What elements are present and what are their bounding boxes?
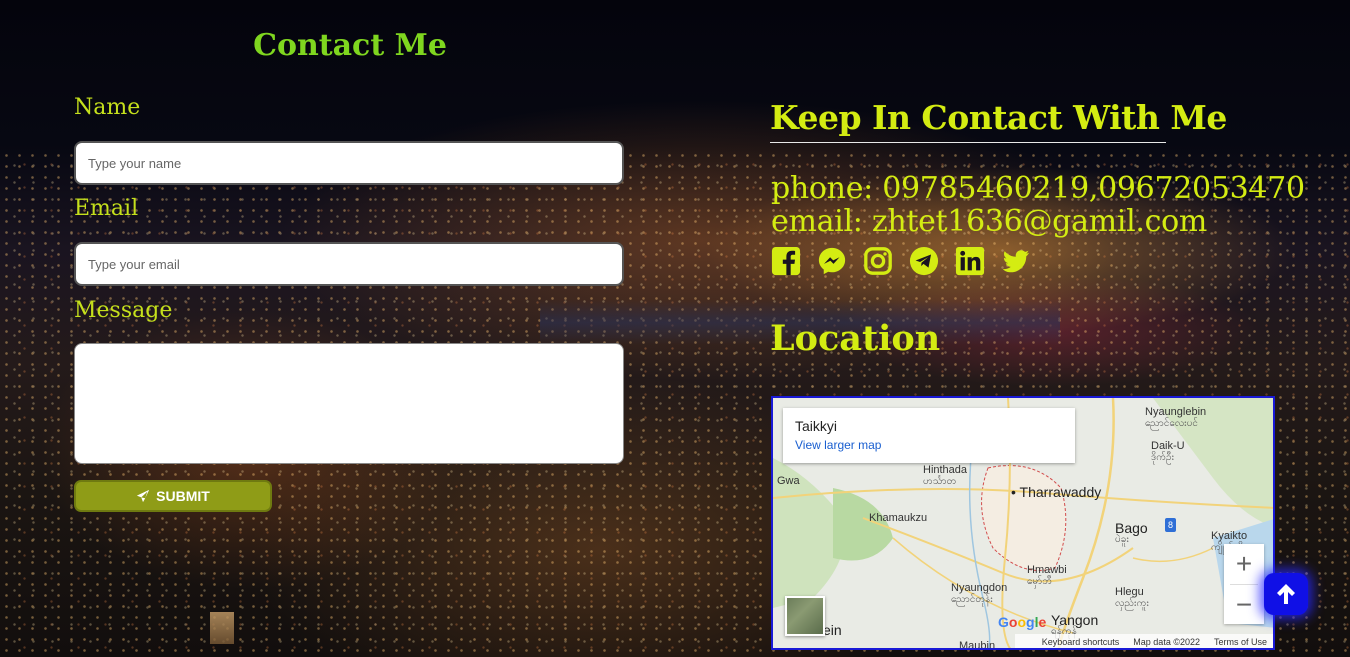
phone-text: phone: 09785460219,09672053470: [771, 171, 1305, 206]
map-town: Nyaunglebin ညောင်လေးပင်: [1145, 406, 1207, 429]
map-town: Hmawbi မှော်ဘီ: [1027, 564, 1067, 587]
linkedin-icon[interactable]: [955, 246, 985, 276]
view-larger-map-link[interactable]: View larger map: [795, 438, 1063, 452]
name-label: Name: [74, 95, 141, 120]
title-underline: [770, 142, 1166, 143]
map-town: Gwa: [777, 475, 800, 487]
map-town: • Tharrawaddy: [1011, 484, 1102, 500]
map-town: Nyaungdon ညောင်တုန်း: [951, 582, 1008, 605]
map-town: Hinthada ဟင်္သာတ: [923, 464, 968, 487]
telegram-icon[interactable]: [909, 246, 939, 276]
keep-in-contact-title: Keep In Contact With Me: [770, 98, 1227, 137]
contact-title: Contact Me: [253, 28, 447, 63]
zoom-in-button[interactable]: +: [1224, 544, 1264, 584]
paper-plane-icon: [137, 489, 150, 503]
message-input[interactable]: [74, 343, 624, 464]
map-town: Daik-U ဒိုက်ဦး: [1151, 440, 1185, 463]
arrow-up-icon: [1277, 584, 1295, 604]
email-text: email: zhtet1636@gamil.com: [771, 204, 1208, 239]
map-town: ein: [823, 622, 842, 638]
embedded-map[interactable]: Nyaunglebin ညောင်လေးပင် Daik-U ဒိုက်ဦး Hin…: [771, 396, 1275, 650]
instagram-icon[interactable]: [863, 246, 893, 276]
map-town: Hlegu လှည်းကူး: [1115, 586, 1149, 609]
name-input[interactable]: [74, 141, 624, 185]
email-label: Email: [74, 196, 139, 221]
submit-label: SUBMIT: [156, 488, 210, 504]
map-data-text: Map data ©2022: [1133, 637, 1200, 647]
social-links: [771, 246, 1031, 276]
satellite-toggle[interactable]: [785, 596, 825, 636]
map-attribution: Keyboard shortcuts Map data ©2022 Terms …: [1015, 634, 1273, 648]
map-town: Maubin: [959, 640, 996, 650]
map-town: Bago ပဲခူး: [1115, 520, 1148, 545]
map-town: Khamaukzu: [869, 512, 928, 524]
submit-button[interactable]: SUBMIT: [74, 480, 272, 512]
road-badge: 8: [1165, 518, 1177, 532]
email-input[interactable]: [74, 242, 624, 286]
scroll-to-top-button[interactable]: [1264, 573, 1308, 615]
facebook-icon[interactable]: [771, 246, 801, 276]
map-place-card: Taikkyi View larger map: [783, 408, 1075, 463]
twitter-icon[interactable]: [1001, 246, 1031, 276]
location-title: Location: [770, 318, 941, 359]
map-zoom-controls: + −: [1224, 544, 1264, 624]
google-logo: Google: [998, 614, 1047, 630]
terms-link[interactable]: Terms of Use: [1214, 637, 1267, 647]
keyboard-shortcuts-link[interactable]: Keyboard shortcuts: [1042, 637, 1120, 647]
map-place-name: Taikkyi: [795, 418, 838, 434]
page: Contact Me Name Email Message SUBMIT Kee…: [0, 0, 1350, 657]
zoom-out-button[interactable]: −: [1224, 585, 1264, 625]
messenger-icon[interactable]: [817, 246, 847, 276]
message-label: Message: [74, 298, 173, 323]
